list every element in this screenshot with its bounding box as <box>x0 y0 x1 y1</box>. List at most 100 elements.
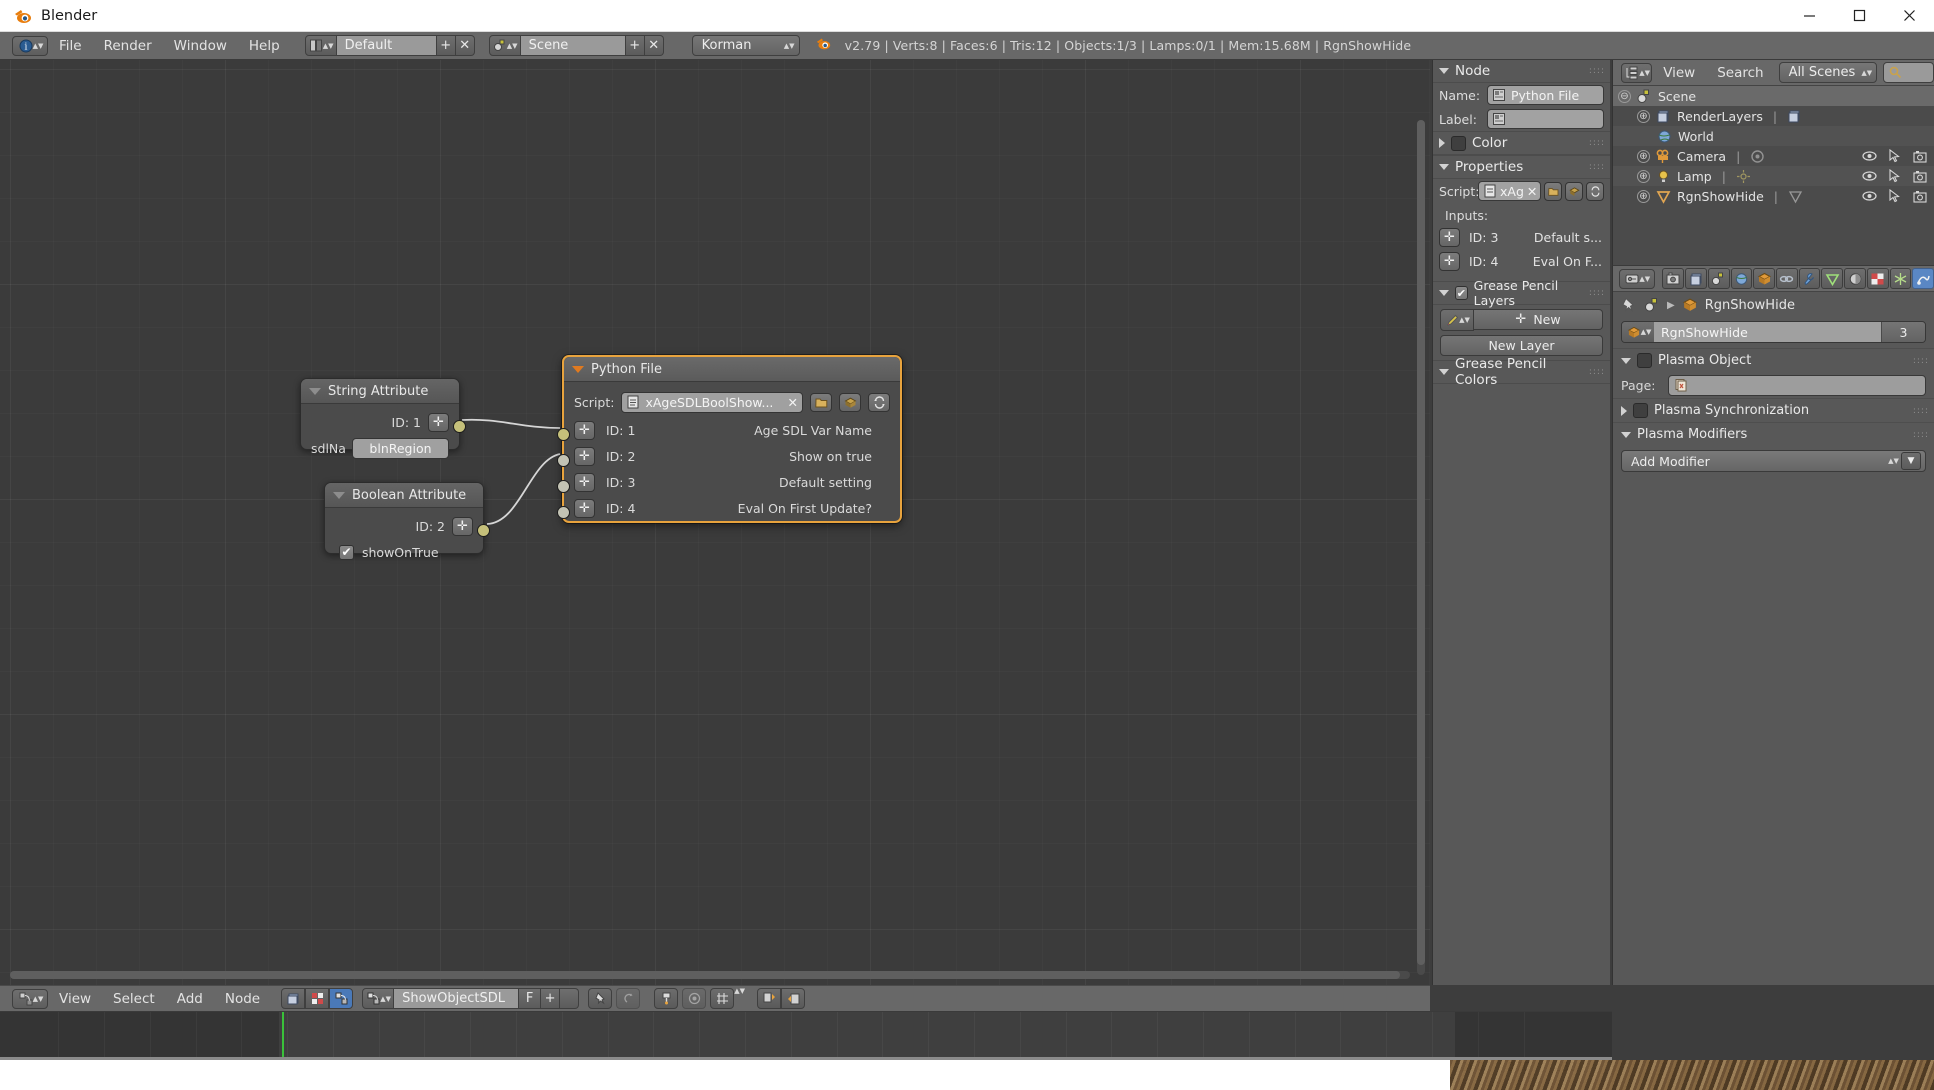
node-input-socket[interactable] <box>557 480 570 493</box>
node-editor-horizontal-scrollbar[interactable] <box>10 971 1410 979</box>
panel-header-node[interactable]: Node :::: <box>1433 60 1610 83</box>
open-file-icon[interactable] <box>1544 181 1563 201</box>
add-modifier-dropdown[interactable]: Add Modifier ▲▼ ▼ <box>1621 450 1926 472</box>
add-output-button[interactable]: ✛ <box>428 412 449 432</box>
menu-file[interactable]: File <box>48 32 93 60</box>
outliner-row-world[interactable]: World <box>1613 126 1934 146</box>
pack-icon[interactable] <box>839 392 861 412</box>
camera-data-icon[interactable] <box>1750 149 1765 164</box>
add-input-button[interactable]: ✛ <box>574 446 595 466</box>
script-datablock-field[interactable]: xAg ✕ <box>1478 181 1542 201</box>
renderability-camera-icon[interactable] <box>1913 150 1928 163</box>
maximize-icon[interactable] <box>1834 0 1884 32</box>
menu-help[interactable]: Help <box>238 32 291 60</box>
node-sidebar-panel[interactable]: Node :::: Name: Python File Label: Color… <box>1432 60 1610 985</box>
scrollbar-thumb[interactable] <box>1417 120 1425 965</box>
render-layers-tab-icon[interactable] <box>1685 268 1707 289</box>
expand-toggle[interactable]: ⊕ <box>1637 149 1650 163</box>
node-menu-view[interactable]: View <box>48 985 102 1013</box>
renderability-camera-icon[interactable] <box>1913 190 1928 203</box>
particles-tab-icon[interactable] <box>1889 268 1912 289</box>
selectability-cursor-icon[interactable] <box>1889 149 1901 163</box>
collapse-triangle-icon[interactable] <box>333 491 345 499</box>
pin-icon[interactable] <box>1621 297 1637 313</box>
playhead-indicator[interactable] <box>282 1012 284 1057</box>
node-tree-icon[interactable] <box>329 988 354 1009</box>
node-string-attribute[interactable]: String Attribute ID: 1 ✛ sdlNa blnRegion <box>300 378 466 459</box>
color-swatch[interactable] <box>1451 135 1466 151</box>
timeline-track[interactable] <box>0 1012 1612 1057</box>
panel-header-grease-pencil-layers[interactable]: ✔ Grease Pencil Layers :::: <box>1433 278 1610 308</box>
add-input-button[interactable]: ✛ <box>1439 227 1460 247</box>
material-tab-icon[interactable] <box>1844 268 1866 289</box>
render-engine-dropdown[interactable]: Korman ▲▼ <box>691 35 800 56</box>
render-tab-icon[interactable] <box>1662 268 1685 289</box>
unlink-node-tree-button[interactable] <box>560 988 580 1009</box>
open-file-icon[interactable] <box>810 392 832 412</box>
new-layer-button[interactable]: New Layer <box>1440 335 1603 356</box>
script-datablock-field[interactable]: xAgeSDLBoolShow... ✕ <box>621 391 803 413</box>
add-input-button[interactable]: ✛ <box>574 420 595 440</box>
node-editor-vertical-scrollbar[interactable] <box>1417 120 1425 975</box>
object-tab-icon[interactable] <box>1753 268 1776 289</box>
outliner-display-mode-dropdown[interactable]: All Scenes ▲▼ <box>1778 62 1878 83</box>
go-to-parent-icon[interactable] <box>616 988 641 1009</box>
proportional-edit-icon[interactable] <box>682 988 707 1009</box>
collapse-triangle-icon[interactable] <box>572 365 584 373</box>
node-header[interactable]: Python File <box>564 357 900 382</box>
show-on-true-checkbox[interactable]: ✔ <box>339 544 354 560</box>
node-menu-add[interactable]: Add <box>166 985 214 1013</box>
add-input-button[interactable]: ✛ <box>574 498 595 518</box>
node-editor-icon[interactable]: ▲▼ <box>12 988 48 1009</box>
selectability-cursor-icon[interactable] <box>1889 169 1901 183</box>
node-editor-area[interactable]: String Attribute ID: 1 ✛ sdlNa blnRegion… <box>0 60 1430 985</box>
node-menu-node[interactable]: Node <box>214 985 271 1013</box>
properties-editor-icon[interactable]: ▲▼ <box>1619 268 1655 289</box>
unlink-script-button[interactable]: ✕ <box>1527 184 1540 199</box>
object-users-count[interactable]: 3 <box>1881 322 1925 342</box>
add-scene-button[interactable]: + <box>625 35 645 56</box>
scene-name-field[interactable]: Scene <box>520 35 626 56</box>
menu-render[interactable]: Render <box>93 32 163 60</box>
scene-icon[interactable]: ▲▼ <box>488 35 521 56</box>
visibility-eye-icon[interactable] <box>1862 150 1877 162</box>
node-input-socket[interactable] <box>557 428 570 441</box>
node-tree-datablock[interactable]: ▲▼ ShowObjectSDL F + <box>362 988 580 1009</box>
expand-toggle[interactable]: ⊕ <box>1637 169 1650 183</box>
snap-node-icon[interactable] <box>654 988 679 1009</box>
panel-header-plasma-modifiers[interactable]: Plasma Modifiers :::: <box>1613 422 1934 446</box>
paste-icon[interactable] <box>781 988 806 1009</box>
node-input-socket[interactable] <box>557 506 570 519</box>
node-python-file[interactable]: Python File Script: xAgeSDLBoolShow... ✕ <box>557 355 902 523</box>
expand-toggle[interactable]: ⊕ <box>1637 109 1650 123</box>
selectability-cursor-icon[interactable] <box>1889 189 1901 203</box>
properties-editor-area[interactable]: ▲▼ ▶ RgnShowHide ▲▼ RgnShowHide 3 Plasma… <box>1612 265 1934 985</box>
menu-window[interactable]: Window <box>163 32 238 60</box>
add-input-button[interactable]: ✛ <box>574 472 595 492</box>
fake-user-button[interactable]: F <box>519 988 542 1009</box>
add-node-tree-button[interactable]: + <box>541 988 561 1009</box>
outliner-row-lamp[interactable]: ⊕ Lamp | <box>1613 166 1934 186</box>
renderability-camera-icon[interactable] <box>1913 170 1928 183</box>
node-tree-name[interactable]: ShowObjectSDL <box>394 988 520 1009</box>
object-name-value[interactable]: RgnShowHide <box>1654 322 1881 342</box>
plasma-sync-enable-checkbox[interactable] <box>1633 403 1648 418</box>
copy-icon[interactable] <box>757 988 782 1009</box>
grease-pencil-enable-checkbox[interactable]: ✔ <box>1455 286 1468 300</box>
lamp-data-icon[interactable] <box>1736 169 1751 184</box>
modifier-menu-icon[interactable]: ▼ <box>1901 452 1921 470</box>
data-tab-icon[interactable] <box>1821 268 1844 289</box>
pin-icon[interactable] <box>588 988 613 1009</box>
add-output-button[interactable]: ✛ <box>452 516 473 536</box>
info-editor-icon[interactable]: i ▲▼ <box>12 35 48 56</box>
node-name-input[interactable]: Python File <box>1487 85 1604 105</box>
modifiers-tab-icon[interactable] <box>1798 268 1821 289</box>
screen-layout-control[interactable]: ▲▼ Default + ✕ <box>304 35 475 56</box>
reload-icon[interactable] <box>868 392 890 412</box>
screen-layout-icon[interactable]: ▲▼ <box>304 35 337 56</box>
outliner-row-renderlayers[interactable]: ⊕ RenderLayers | <box>1613 106 1934 126</box>
constraints-tab-icon[interactable] <box>1776 268 1798 289</box>
collapse-toggle[interactable]: ⊖ <box>1618 89 1631 103</box>
collapse-triangle-icon[interactable] <box>309 387 321 395</box>
page-input[interactable] <box>1668 374 1926 396</box>
